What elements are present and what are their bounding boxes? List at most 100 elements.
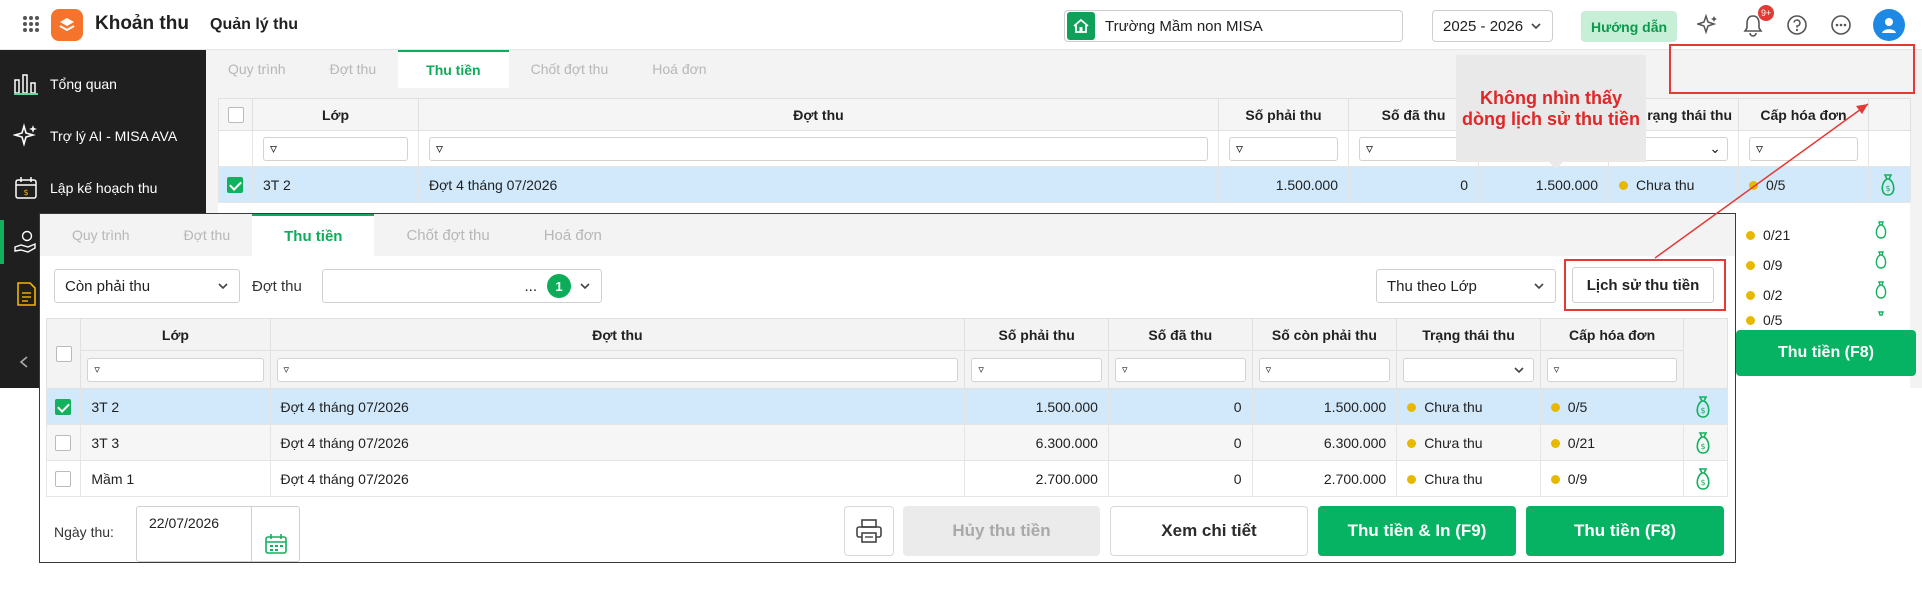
sparkle-icon <box>10 120 42 152</box>
row-checkbox[interactable] <box>55 471 71 488</box>
year-value: 2025 - 2026 <box>1443 17 1524 35</box>
date-label: Ngày thu: <box>54 524 114 540</box>
cell-dot: Đợt 4 tháng 07/2026 <box>269 424 966 461</box>
table-row[interactable]: Mầm 1 Đợt 4 tháng 07/2026 2.700.000 0 2.… <box>46 460 1728 497</box>
cell-phai: 6.300.000 <box>964 424 1109 461</box>
money-bag-icon[interactable]: $ <box>1694 431 1712 455</box>
cell-dot: Đợt 4 tháng 07/2026 <box>269 460 966 497</box>
filter-con[interactable]: ▿ <box>1258 357 1391 382</box>
svg-text:$: $ <box>1701 478 1706 487</box>
filter-dot[interactable]: ▿ <box>429 136 1208 161</box>
cell-lop: 3T 2 <box>80 388 271 425</box>
sidebar-item-plan[interactable]: $ Lập kế hoạch thu <box>0 162 206 214</box>
filter-status[interactable] <box>1403 357 1534 382</box>
date-value: 22/07/2026 <box>149 515 220 531</box>
date-input[interactable]: 22/07/2026 <box>136 506 300 562</box>
tab-invoice[interactable]: Hoá đơn <box>630 50 728 88</box>
annotation-callout: Không nhìn thấy dòng lịch sử thu tiền <box>1456 55 1646 162</box>
cell-phai: 2.700.000 <box>964 460 1109 497</box>
dot-count-badge: 1 <box>547 274 571 298</box>
select-all-checkbox[interactable] <box>46 318 82 389</box>
top-bar: Khoản thu Quản lý thu Trường Mầm non MIS… <box>0 0 1922 50</box>
svg-text:$: $ <box>1885 184 1890 193</box>
tab-rounds[interactable]: Đợt thu <box>308 50 399 88</box>
money-bag-icon[interactable]: $ <box>1879 173 1897 197</box>
app-grid-icon[interactable] <box>22 15 40 33</box>
cell-con: 6.300.000 <box>1251 424 1398 461</box>
more-icon[interactable] <box>1830 14 1852 36</box>
pay-button[interactable]: Thu tiền (F8) <box>1526 506 1724 556</box>
row-checkbox[interactable] <box>55 435 71 452</box>
group-by-value: Thu theo Lớp <box>1387 277 1477 295</box>
filter-phai[interactable]: ▿ <box>1229 136 1338 161</box>
status-dot <box>1407 475 1417 485</box>
row-checkbox[interactable] <box>55 399 71 416</box>
dot-thu-select[interactable]: ... 1 <box>322 269 602 303</box>
sidebar-item-overview[interactable]: Tổng quan <box>0 58 206 110</box>
cell-phai: 1.500.000 <box>1218 166 1349 203</box>
pay-print-button[interactable]: Thu tiền & In (F9) <box>1318 506 1516 556</box>
filter-lop[interactable]: ▿ <box>263 136 408 161</box>
filter-da[interactable]: ▿ <box>1359 136 1468 161</box>
back-select-all[interactable] <box>218 98 253 131</box>
tab-close-round[interactable]: Chốt đợt thu <box>374 214 521 256</box>
col-lop: Lớp <box>252 98 419 131</box>
back-pay-button[interactable]: Thu tiền (F8) <box>1736 330 1916 376</box>
money-bag-icon[interactable]: $ <box>1694 395 1712 419</box>
filter-da[interactable]: ▿ <box>1114 357 1246 382</box>
tab-process[interactable]: Quy trình <box>206 50 308 88</box>
tab-rounds[interactable]: Đợt thu <box>162 214 253 256</box>
dot-thu-value: ... <box>524 277 537 295</box>
sidebar-item-label: Trợ lý AI - MISA AVA <box>50 128 178 144</box>
collapse-chevron-icon[interactable] <box>18 355 30 369</box>
filter-invoice[interactable]: ▿ <box>1546 357 1678 382</box>
dot-thu-label: Đợt thu <box>252 278 302 295</box>
chevron-down-icon <box>218 283 228 290</box>
filter-lop[interactable]: ▿ <box>87 357 264 382</box>
cancel-collect-button[interactable]: Hủy thu tiền <box>903 506 1100 556</box>
status-filter-select[interactable]: Còn phải thu <box>54 269 240 303</box>
history-button[interactable]: Lịch sử thu tiền <box>1572 267 1714 303</box>
tab-process[interactable]: Quy trình <box>40 214 162 256</box>
ai-sparkle-icon[interactable] <box>1697 14 1719 36</box>
year-select[interactable]: 2025 - 2026 <box>1432 10 1553 42</box>
filter-phai[interactable]: ▿ <box>971 357 1102 382</box>
table-row[interactable]: 3T 3 Đợt 4 tháng 07/2026 6.300.000 0 6.3… <box>46 424 1728 461</box>
help-icon[interactable] <box>1786 14 1808 36</box>
calendar-money-icon: $ <box>10 172 42 204</box>
money-bag-icon[interactable]: $ <box>1694 467 1712 491</box>
guide-button[interactable]: Hướng dẫn <box>1581 11 1677 42</box>
col-so-da-thu: Số đã thu <box>1107 318 1253 351</box>
avatar[interactable] <box>1873 9 1905 41</box>
status-dot <box>1550 403 1560 413</box>
group-by-select[interactable]: Thu theo Lớp <box>1376 269 1556 303</box>
cell-status: Chưa thu <box>1424 398 1483 415</box>
filter-dot[interactable]: ▿ <box>276 357 959 382</box>
cell-status: Chưa thu <box>1424 470 1483 487</box>
tab-collect[interactable]: Thu tiền <box>398 50 509 88</box>
row-checkbox[interactable] <box>227 177 243 194</box>
print-button[interactable] <box>844 506 894 556</box>
sidebar-item-ai[interactable]: Trợ lý AI - MISA AVA <box>0 110 206 162</box>
hand-money-icon <box>10 226 42 258</box>
annotation-highlight-box <box>1669 44 1915 94</box>
tab-collect[interactable]: Thu tiền <box>252 214 375 256</box>
peek-invoice: 0/2 <box>1763 287 1783 303</box>
cell-da: 0 <box>1348 166 1479 203</box>
col-cap-hoa-don: Cấp hóa đơn <box>1539 318 1685 351</box>
cell-status: Chưa thu <box>1424 434 1483 451</box>
status-dot <box>1550 439 1560 449</box>
user-icon <box>1882 18 1896 33</box>
tab-invoice[interactable]: Hoá đơn <box>522 214 624 256</box>
tab-close-round[interactable]: Chốt đợt thu <box>509 50 631 88</box>
view-detail-button[interactable]: Xem chi tiết <box>1110 506 1308 556</box>
calendar-icon[interactable] <box>251 507 299 561</box>
table-row[interactable]: 3T 2 Đợt 4 tháng 07/2026 1.500.000 0 1.5… <box>46 388 1728 425</box>
cell-lop: 3T 3 <box>80 424 271 461</box>
status-filter-value: Còn phải thu <box>65 277 151 295</box>
sidebar-item-label: Tổng quan <box>50 76 117 92</box>
school-selector[interactable]: Trường Mầm non MISA <box>1064 10 1403 42</box>
cell-invoice: 0/21 <box>1567 434 1596 451</box>
cell-invoice: 0/9 <box>1567 470 1588 487</box>
status-dot <box>1407 439 1417 449</box>
